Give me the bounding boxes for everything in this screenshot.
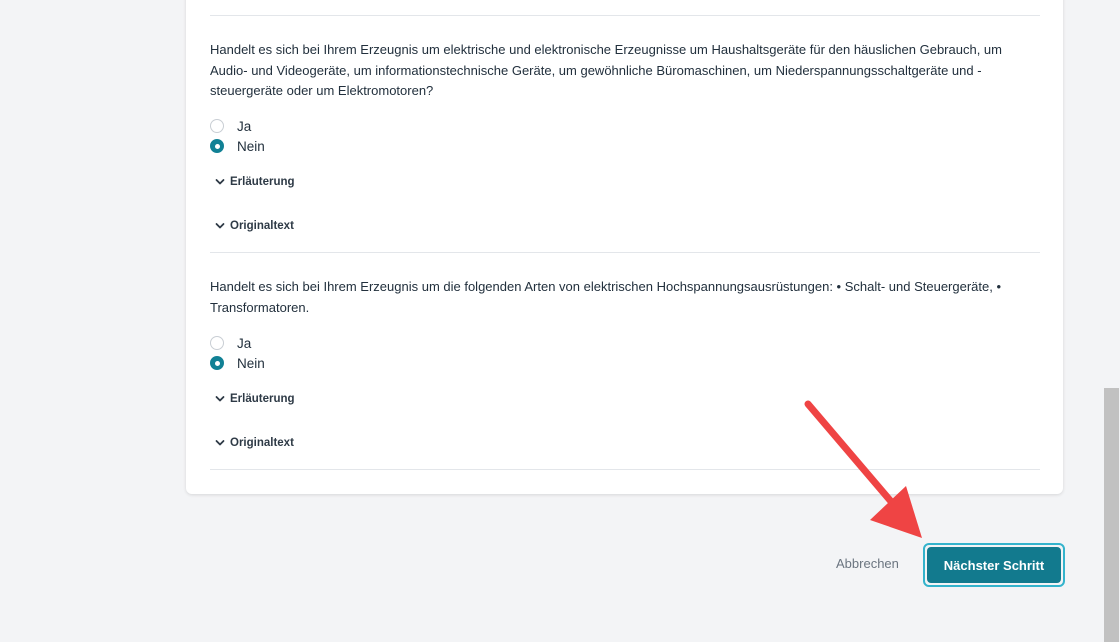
question-2-option-nein[interactable]: Nein (210, 354, 265, 372)
divider (210, 252, 1040, 253)
chevron-down-icon (215, 396, 225, 402)
question-1-text: Handelt es sich bei Ihrem Erzeugnis um e… (210, 42, 1002, 98)
radio-button[interactable] (210, 336, 224, 350)
questionnaire-card: Handelt es sich bei Ihrem Erzeugnis um e… (186, 0, 1063, 494)
question-1-explanation-toggle[interactable]: Erläuterung (214, 174, 295, 190)
next-step-button[interactable]: Nächster Schritt (927, 547, 1061, 583)
option-label: Ja (237, 335, 252, 351)
chevron-down-icon (215, 179, 225, 185)
explanation-label: Erläuterung (230, 176, 295, 188)
explanation-label: Erläuterung (230, 393, 295, 405)
question-2-explanation-toggle[interactable]: Erläuterung (214, 391, 295, 407)
scrollbar-thumb[interactable] (1104, 388, 1119, 642)
next-step-button-focus-ring[interactable]: Nächster Schritt (923, 543, 1065, 587)
radio-button-checked[interactable] (210, 356, 224, 370)
question-2-option-ja[interactable]: Ja (210, 334, 251, 352)
original-label: Originaltext (230, 437, 294, 449)
question-1-option-ja[interactable]: Ja (210, 117, 251, 135)
question-2-text: Handelt es sich bei Ihrem Erzeugnis um d… (210, 279, 1002, 315)
chevron-down-icon (215, 223, 225, 229)
option-label: Nein (237, 355, 265, 371)
option-label: Nein (237, 138, 265, 154)
question-1-option-nein[interactable]: Nein (210, 137, 265, 155)
radio-button-checked[interactable] (210, 139, 224, 153)
cancel-button[interactable]: Abbrechen (836, 556, 899, 571)
radio-button[interactable] (210, 119, 224, 133)
original-label: Originaltext (230, 220, 294, 232)
question-2-original-toggle[interactable]: Originaltext (214, 435, 294, 451)
question-1-original-toggle[interactable]: Originaltext (214, 218, 294, 234)
divider (210, 15, 1040, 16)
option-label: Ja (237, 118, 252, 134)
divider (210, 469, 1040, 470)
chevron-down-icon (215, 440, 225, 446)
